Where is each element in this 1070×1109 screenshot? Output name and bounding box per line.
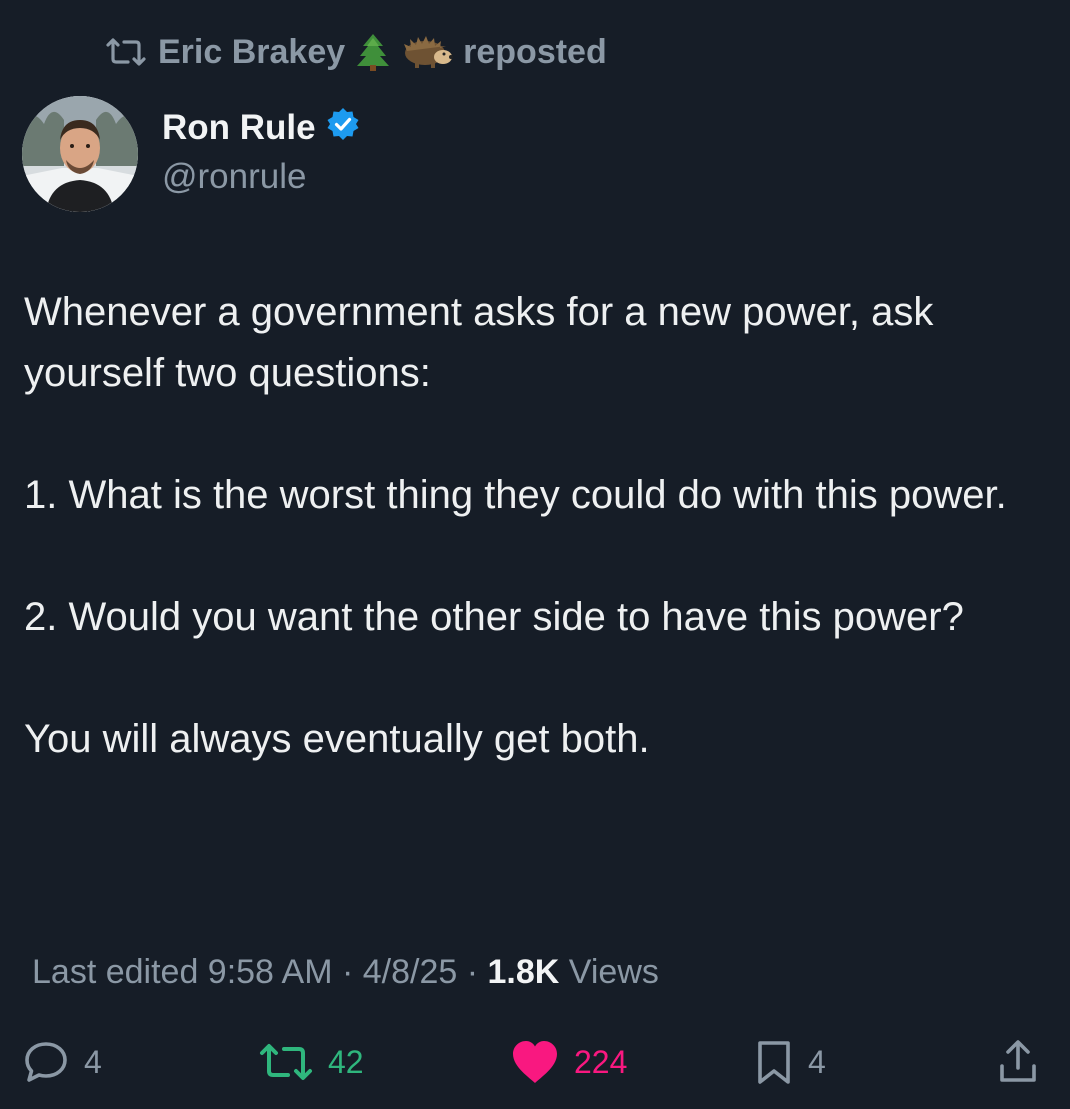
- tweet-meta: Last edited 9:58 AM · 4/8/25 · 1.8K View…: [32, 953, 659, 992]
- reply-button[interactable]: 4: [22, 1032, 102, 1092]
- repost-header[interactable]: Eric Brakey reposted: [104, 30, 607, 74]
- reply-icon: [22, 1038, 70, 1086]
- avatar-photo: [22, 96, 138, 212]
- edited-timestamp[interactable]: Last edited 9:58 AM · 4/8/25: [32, 953, 457, 992]
- bookmark-count: 4: [808, 1043, 826, 1080]
- bookmark-icon: [754, 1038, 794, 1086]
- tweet-paragraph: You will always eventually get both.: [24, 717, 650, 761]
- author-name[interactable]: Ron Rule: [162, 108, 316, 148]
- heart-icon: [510, 1039, 560, 1085]
- meta-separator: ·: [457, 953, 488, 991]
- repost-icon: [104, 37, 148, 67]
- hedgehog-emoji-icon: [401, 35, 454, 69]
- tweet-text: Whenever a government asks for a new pow…: [24, 282, 1054, 770]
- tweet-paragraph: 1. What is the worst thing they could do…: [24, 473, 1007, 517]
- share-icon: [996, 1038, 1040, 1086]
- repost-label: reposted: [463, 32, 607, 71]
- tree-emoji-icon: [355, 32, 391, 72]
- repost-count: 42: [328, 1043, 364, 1080]
- repost-user-name[interactable]: Eric Brakey: [158, 33, 345, 72]
- author-handle[interactable]: @ronrule: [162, 157, 306, 197]
- tweet-paragraph: Whenever a government asks for a new pow…: [24, 290, 945, 395]
- tweet-paragraph: 2. Would you want the other side to have…: [24, 595, 964, 639]
- verified-badge-icon[interactable]: [326, 107, 360, 150]
- views-count: 1.8K: [487, 953, 560, 991]
- share-button[interactable]: [996, 1032, 1040, 1092]
- action-bar: 4 42 224 4: [0, 1032, 1070, 1092]
- views-label: Views: [559, 953, 659, 991]
- like-button[interactable]: 224: [510, 1032, 627, 1092]
- avatar[interactable]: [22, 96, 138, 212]
- tweet-page: Eric Brakey reposted Ron Rule @ronrule W…: [0, 0, 1070, 1109]
- reply-count: 4: [84, 1043, 102, 1080]
- repost-button[interactable]: 42: [258, 1032, 364, 1092]
- like-count: 224: [574, 1043, 628, 1080]
- bookmark-button[interactable]: 4: [754, 1032, 826, 1092]
- author-name-row[interactable]: Ron Rule: [162, 105, 360, 151]
- repost-icon: [258, 1042, 314, 1082]
